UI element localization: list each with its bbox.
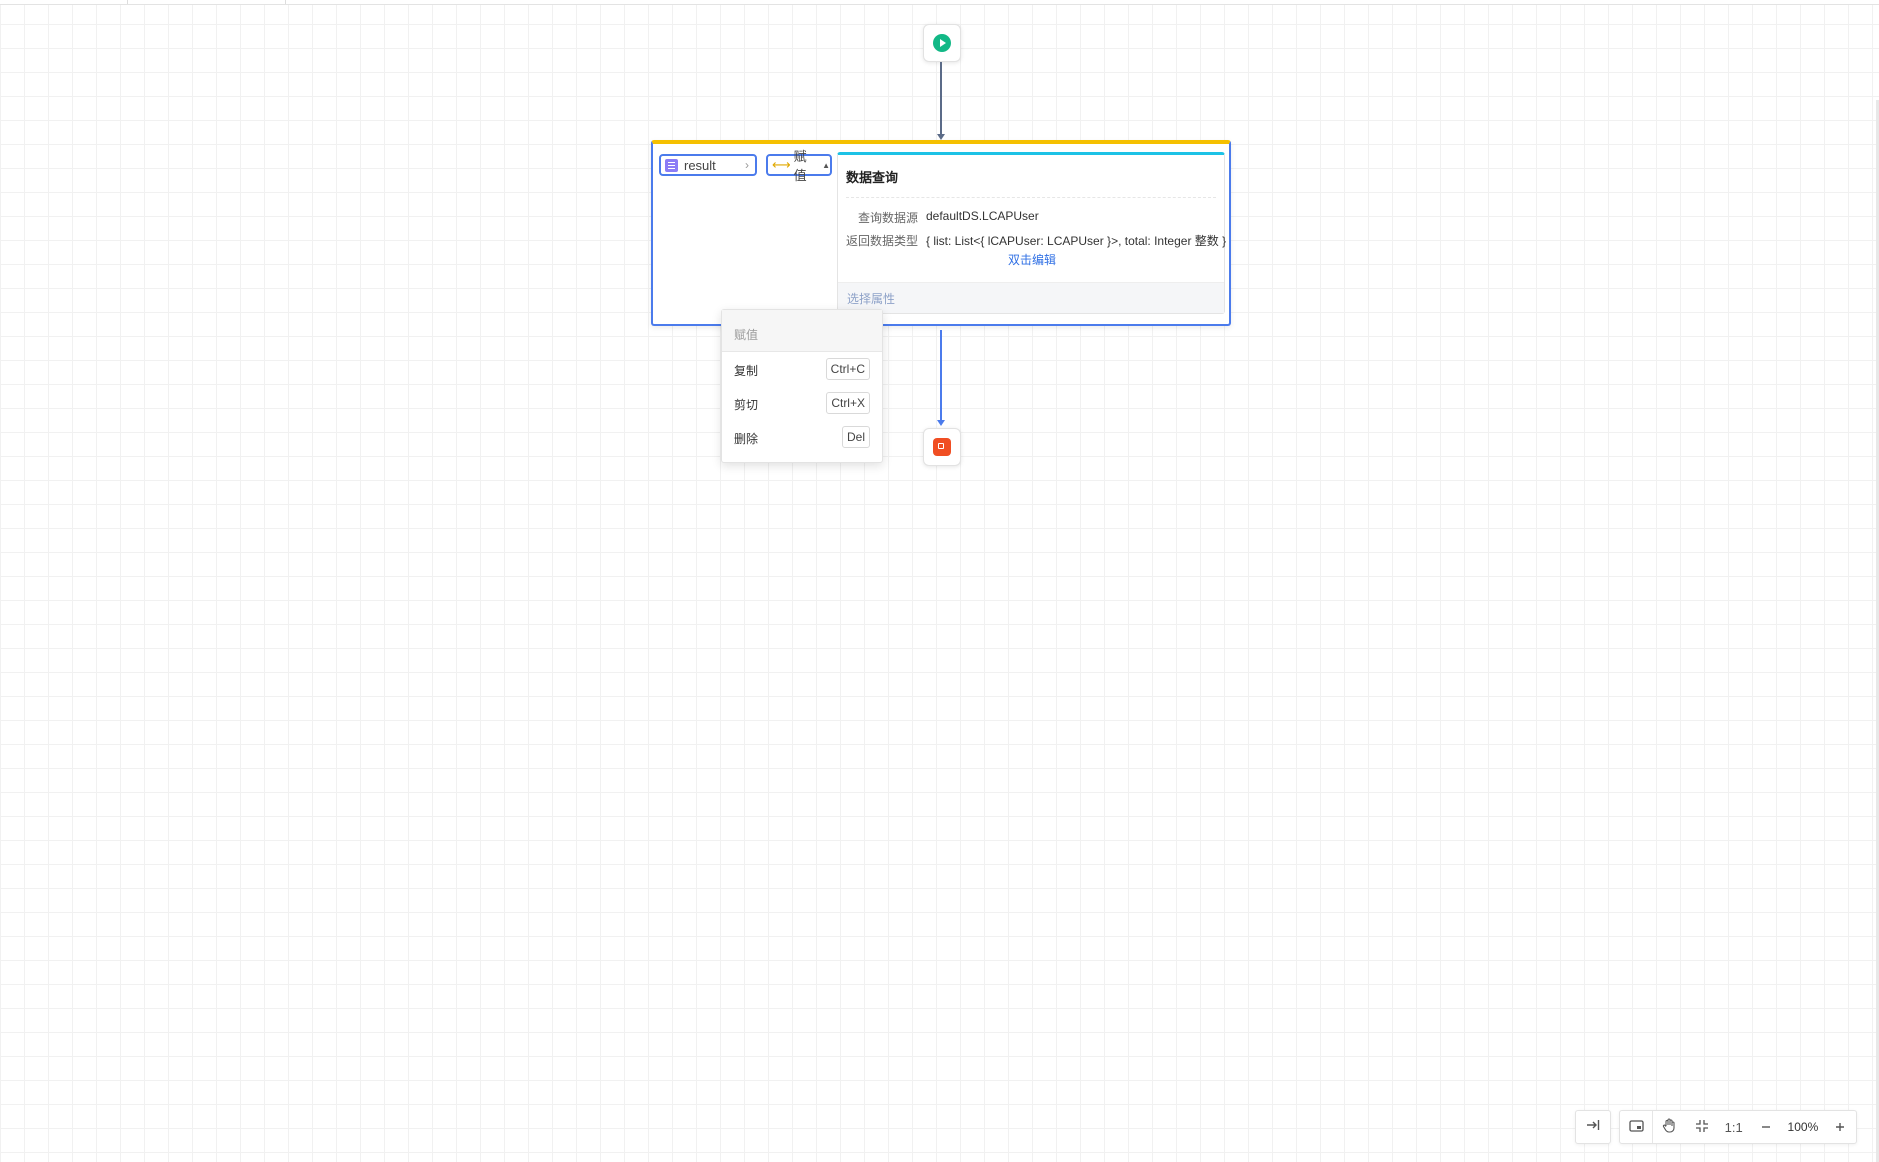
edge-start-to-assign bbox=[940, 62, 942, 134]
canvas-toolbar: 1:1 100% bbox=[1619, 1110, 1857, 1144]
menu-item-delete[interactable]: 删除 Del bbox=[722, 420, 882, 454]
assign-arrow-icon: ⟷ bbox=[772, 157, 791, 172]
zoom-in-button[interactable] bbox=[1824, 1111, 1856, 1143]
edge-assign-to-end bbox=[940, 330, 942, 422]
tab-separator bbox=[127, 0, 128, 4]
operator-label: 赋值 bbox=[793, 149, 807, 183]
fit-icon bbox=[1695, 1119, 1709, 1136]
minimap-button[interactable] bbox=[1620, 1111, 1652, 1143]
collapse-panel-button[interactable] bbox=[1575, 1110, 1611, 1144]
menu-item-cut[interactable]: 剪切 Ctrl+X bbox=[722, 386, 882, 420]
context-menu-header: 赋值 bbox=[722, 310, 882, 352]
query-title: 数据查询 bbox=[846, 170, 899, 185]
hand-icon bbox=[1662, 1118, 1676, 1136]
menu-item-label: 复制 bbox=[734, 364, 759, 378]
menu-item-copy[interactable]: 复制 Ctrl+C bbox=[722, 352, 882, 386]
caret-up-icon: ▲ bbox=[822, 160, 830, 170]
zoom-out-button[interactable] bbox=[1750, 1111, 1782, 1143]
menu-item-label: 剪切 bbox=[734, 398, 759, 412]
arrow-icon bbox=[937, 420, 945, 426]
minimap-icon bbox=[1628, 1119, 1644, 1135]
left-variable-selector[interactable]: result › bbox=[659, 154, 757, 176]
shortcut-badge: Ctrl+C bbox=[825, 358, 870, 380]
return-type-label: 返回数据类型 bbox=[845, 234, 918, 248]
zoom-level: 100% bbox=[1787, 1120, 1819, 1134]
data-query-card[interactable]: 数据查询 查询数据源 defaultDS.LCAPUser 返回数据类型 { l… bbox=[837, 152, 1227, 314]
collapse-panel-icon bbox=[1586, 1118, 1600, 1136]
start-node[interactable] bbox=[923, 24, 961, 62]
context-menu: 赋值 复制 Ctrl+C 剪切 Ctrl+X 删除 Del bbox=[721, 309, 883, 463]
actual-size-button[interactable]: 1:1 bbox=[1718, 1111, 1750, 1143]
shortcut-badge: Del bbox=[841, 426, 870, 448]
tab-separator bbox=[285, 0, 286, 4]
fit-view-button[interactable] bbox=[1685, 1111, 1717, 1143]
context-menu-title: 赋值 bbox=[734, 328, 759, 342]
double-click-edit-link[interactable]: 双击编辑 bbox=[1008, 251, 1056, 268]
hand-tool-button[interactable] bbox=[1653, 1111, 1685, 1143]
chevron-right-icon: › bbox=[745, 158, 749, 172]
left-variable-label: result bbox=[684, 157, 716, 173]
datasource-label: 查询数据源 bbox=[857, 211, 918, 225]
zoom-in-icon bbox=[1835, 1120, 1845, 1135]
editor-top-border bbox=[0, 0, 1879, 5]
actual-size-label: 1:1 bbox=[1724, 1119, 1743, 1135]
return-type-value: { list: List<{ lCAPUser: LCAPUser }>, to… bbox=[926, 234, 1227, 248]
variable-icon bbox=[665, 158, 678, 172]
menu-item-label: 删除 bbox=[734, 432, 759, 446]
select-attribute-link[interactable]: 选择属性 bbox=[847, 290, 895, 307]
end-node[interactable] bbox=[923, 428, 961, 466]
stop-icon bbox=[933, 438, 951, 456]
zoom-out-icon bbox=[1761, 1120, 1771, 1135]
query-card-footer: 选择属性 bbox=[838, 282, 1224, 313]
operator-selector[interactable]: ⟷ 赋值 ▲ bbox=[766, 149, 832, 183]
assign-node[interactable]: result › ⟷ 赋值 ▲ 数据查询 查询数据源 defaultDS.LCA… bbox=[651, 140, 1231, 326]
play-icon bbox=[933, 34, 951, 52]
shortcut-badge: Ctrl+X bbox=[826, 392, 870, 414]
divider bbox=[846, 197, 1216, 198]
datasource-value: defaultDS.LCAPUser bbox=[926, 209, 1039, 223]
